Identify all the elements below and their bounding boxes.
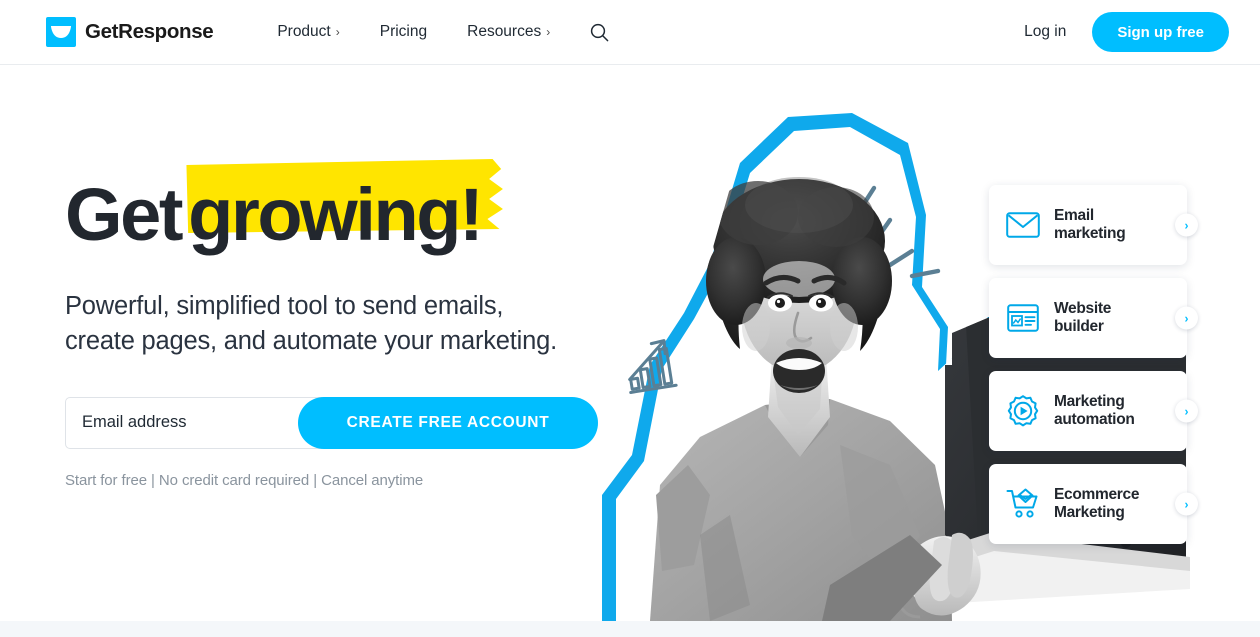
headline-highlight: growing! xyxy=(188,173,484,256)
nav-item-resources-label: Resources xyxy=(467,23,542,40)
chevron-right-icon[interactable]: › xyxy=(1175,213,1198,237)
hero-copy: Get growing! Powerful, simplified tool to… xyxy=(65,159,625,489)
nav-item-pricing-label: Pricing xyxy=(379,23,428,40)
feature-card-label: Website builder xyxy=(1054,300,1111,337)
nav-item-resources[interactable]: Resources › xyxy=(447,23,570,41)
nav-item-product[interactable]: Product › xyxy=(257,23,359,41)
brand-name: GetResponse xyxy=(85,20,214,43)
feature-card-list: Email marketing › Website builder › Mark… xyxy=(989,185,1198,557)
feature-card-email-marketing[interactable]: Email marketing › xyxy=(989,185,1198,265)
feature-card-label: Email marketing xyxy=(1054,206,1126,244)
signup-fineprint: Start for free | No credit card required… xyxy=(65,471,424,489)
feature-card-ecommerce-marketing[interactable]: Ecommerce Marketing › xyxy=(989,464,1198,544)
signup-free-button[interactable]: Sign up free xyxy=(1092,12,1229,52)
brand-logo[interactable]: GetResponse xyxy=(46,17,214,47)
create-free-account-button[interactable]: CREATE FREE ACCOUNT xyxy=(298,396,598,449)
chevron-right-icon[interactable]: › xyxy=(1175,306,1198,330)
feature-label-line-1: Email xyxy=(1054,206,1094,224)
feature-label-line-2: marketing xyxy=(1054,225,1126,242)
chevron-right-icon: › xyxy=(546,25,551,39)
feature-label-line-2: automation xyxy=(1054,411,1135,428)
login-link[interactable]: Log in xyxy=(1024,23,1066,41)
nav-item-pricing[interactable]: Pricing xyxy=(360,23,447,41)
chevron-right-icon: › xyxy=(335,25,340,39)
search-button[interactable] xyxy=(570,23,629,42)
headline-plain: Get xyxy=(65,173,184,256)
nav-item-product-label: Product xyxy=(277,23,331,40)
feature-card-label: Ecommerce Marketing xyxy=(1054,486,1139,523)
feature-label-line-1: Website xyxy=(1054,299,1112,317)
page-title: Get growing! xyxy=(65,159,625,252)
envelope-logo-icon xyxy=(46,17,76,47)
webpage-icon xyxy=(1005,300,1041,336)
hero-section: Get growing! Powerful, simplified tool to… xyxy=(0,65,1260,621)
gear-play-icon xyxy=(1005,393,1041,429)
page-root: GetResponse Product › Pricing Resources … xyxy=(0,0,1260,637)
subhead-line-1: Powerful, simplified tool to send emails… xyxy=(65,292,504,320)
feature-card-marketing-automation[interactable]: Marketing automation › xyxy=(989,371,1198,451)
chevron-right-icon[interactable]: › xyxy=(1175,399,1198,423)
feature-card-label: Marketing automation xyxy=(1054,393,1135,430)
subhead-line-2: create pages, and automate your marketin… xyxy=(65,326,557,355)
hero-subhead: Powerful, simplified tool to send emails… xyxy=(65,289,625,359)
page-bottom-strip xyxy=(0,621,1260,637)
feature-label-line-1: Marketing xyxy=(1054,392,1125,410)
site-header: GetResponse Product › Pricing Resources … xyxy=(0,0,1260,65)
main-nav: Product › Pricing Resources › xyxy=(257,23,629,42)
envelope-icon xyxy=(1005,207,1041,243)
header-actions: Log in Sign up free xyxy=(1024,12,1229,52)
feature-label-line-1: Ecommerce xyxy=(1054,485,1140,503)
feature-label-line-2: builder xyxy=(1054,318,1104,335)
headline-highlight-wrap: growing! xyxy=(184,159,504,252)
chevron-right-icon[interactable]: › xyxy=(1175,492,1198,516)
feature-card-website-builder[interactable]: Website builder › xyxy=(989,278,1198,358)
search-icon xyxy=(591,23,609,41)
signup-form: CREATE FREE ACCOUNT xyxy=(65,396,598,449)
feature-label-line-2: Marketing xyxy=(1054,504,1125,521)
shopping-cart-icon xyxy=(1005,486,1041,522)
